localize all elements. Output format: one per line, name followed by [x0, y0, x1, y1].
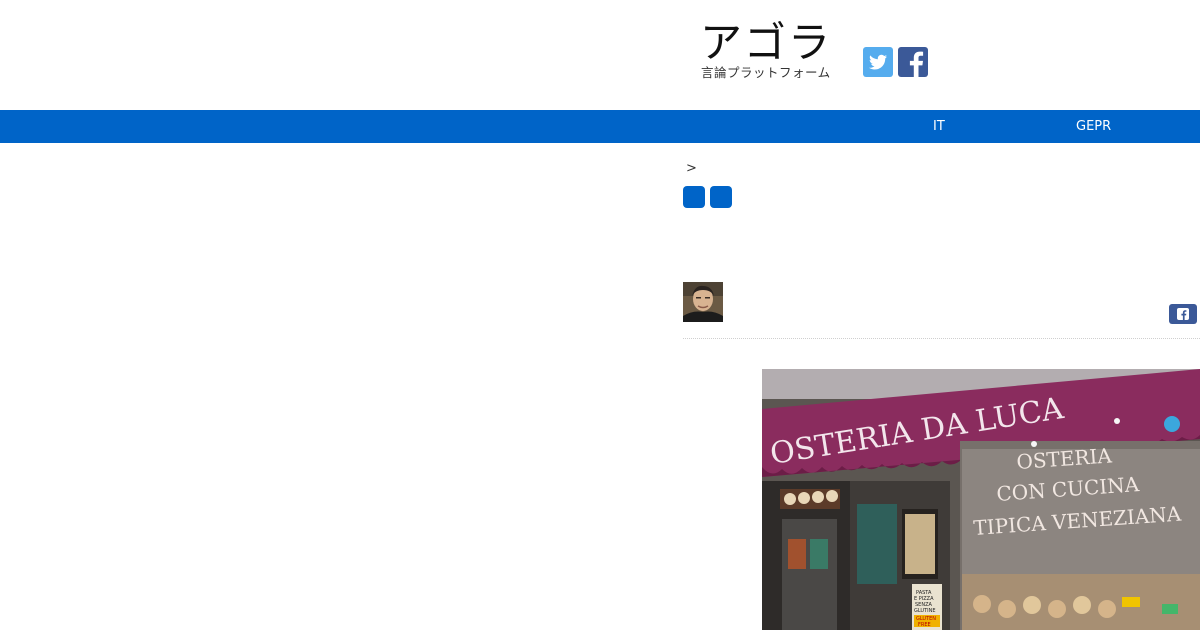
facebook-icon — [1177, 308, 1189, 320]
content-divider — [683, 338, 1200, 339]
facebook-share-button[interactable] — [1169, 304, 1197, 324]
share-button-2[interactable] — [710, 186, 732, 208]
share-button-1[interactable] — [683, 186, 705, 208]
facebook-button[interactable] — [898, 47, 928, 77]
main-nav: IT GEPR — [0, 110, 1200, 143]
nav-item-it[interactable]: IT — [933, 110, 945, 143]
logo-subtitle: 言論プラットフォーム — [701, 65, 831, 80]
poster-text-6: FREE — [918, 622, 931, 628]
twitter-button[interactable] — [863, 47, 893, 77]
breadcrumb-separator: > — [686, 161, 697, 176]
nav-item-gepr[interactable]: GEPR — [1076, 110, 1111, 143]
article-featured-image: OSTERIA DA LUCA PASTA E PIZZA SENZA GLUT… — [762, 369, 1200, 630]
twitter-icon — [869, 54, 887, 70]
poster-text-4: GLUTINE — [914, 608, 936, 614]
logo-title: アゴラ — [700, 18, 833, 67]
facebook-icon — [909, 51, 924, 77]
author-avatar[interactable] — [683, 282, 723, 322]
site-logo[interactable]: アゴラ 言論プラットフォーム — [700, 18, 850, 88]
site-header: アゴラ 言論プラットフォーム — [0, 0, 1200, 110]
